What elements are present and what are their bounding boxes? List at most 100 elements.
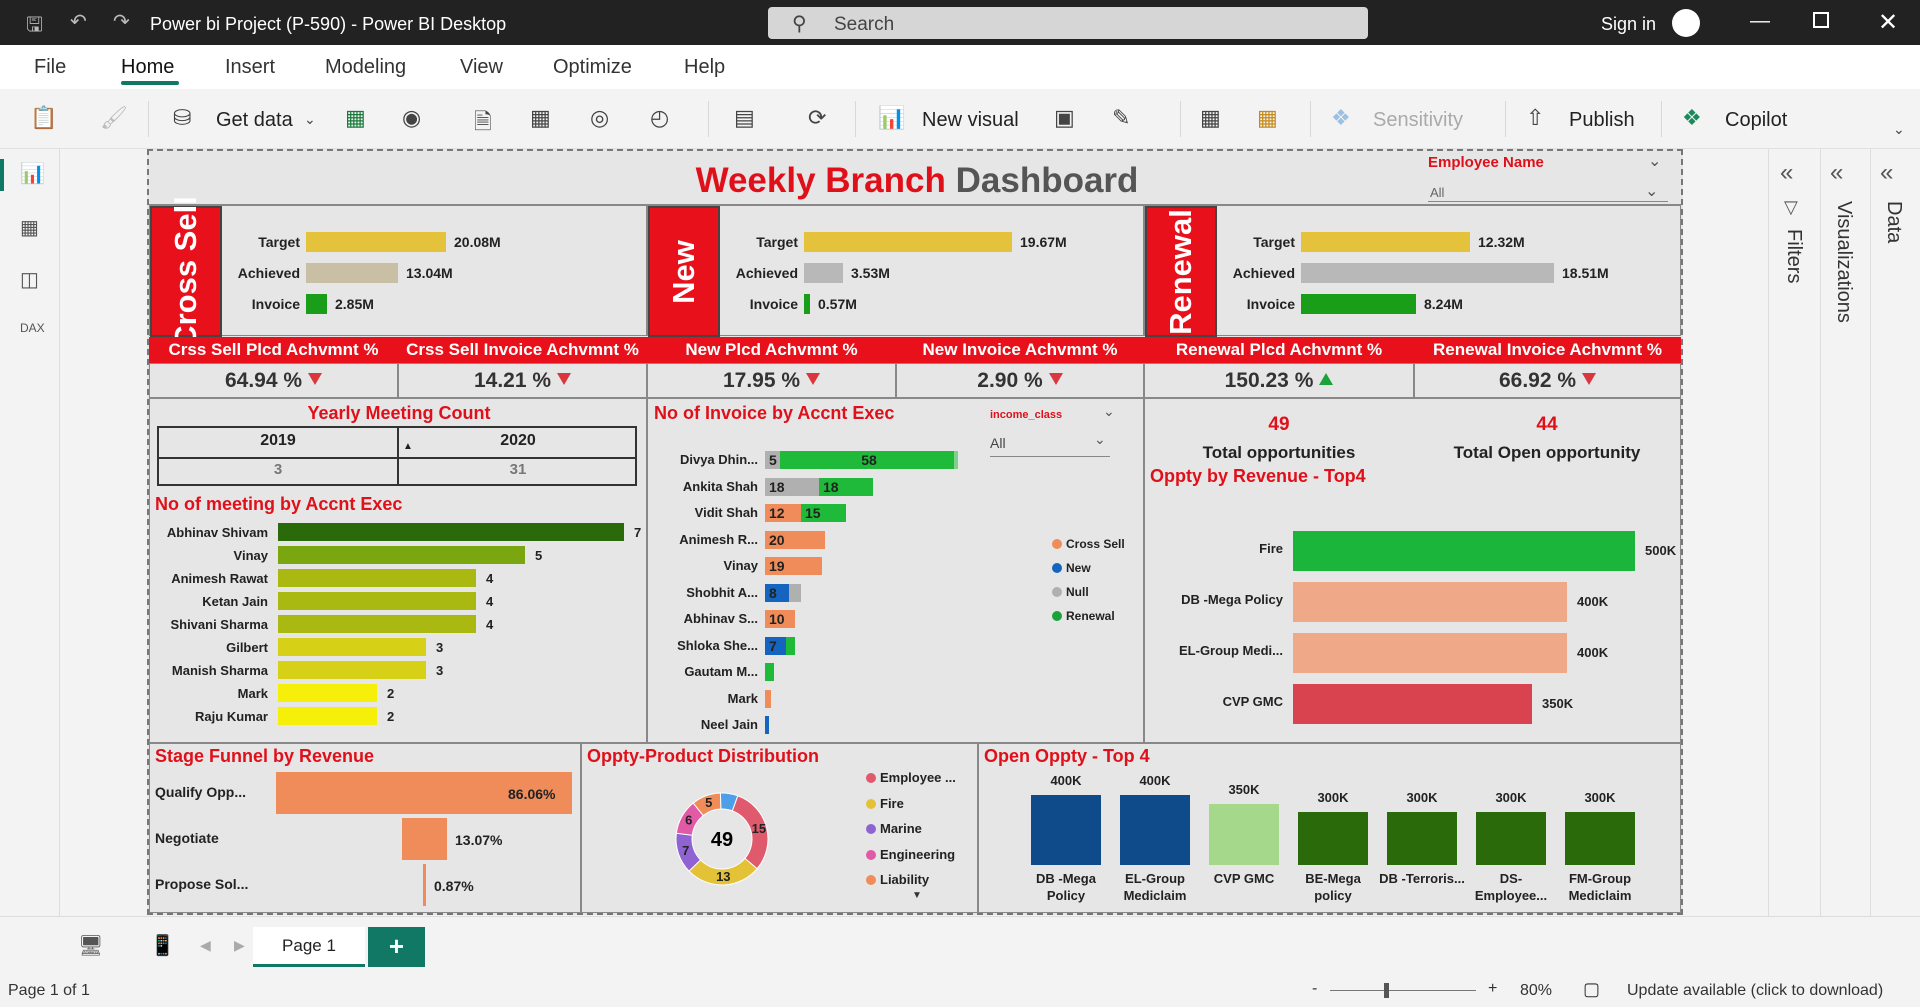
meeting-bar-value: 3 — [436, 640, 444, 655]
zoom-level[interactable]: 80% — [1520, 982, 1552, 1000]
kpi-card-title: New Plcd Achvmnt % — [647, 337, 896, 363]
menu-view[interactable]: View — [460, 56, 503, 79]
update-link[interactable]: Update available (click to download) — [1627, 982, 1883, 1000]
legend-scroll-down-icon[interactable]: ▼ — [912, 890, 922, 901]
enter-data-icon[interactable]: ▦ — [530, 105, 551, 131]
filters-collapse-icon[interactable]: « — [1780, 159, 1793, 187]
sensitivity-button[interactable]: Sensitivity — [1373, 109, 1463, 132]
onelake-icon[interactable]: ◎ — [590, 105, 609, 131]
invoice-bar-value: 8 — [769, 584, 777, 601]
refresh-icon[interactable]: ⟳ — [808, 105, 826, 131]
new-visual-button[interactable]: New visual — [922, 109, 1019, 132]
data-pane-label[interactable]: Data — [1882, 201, 1905, 243]
save-icon[interactable]: 🖫 — [26, 10, 43, 44]
legend-item[interactable]: Fire — [866, 796, 904, 811]
meeting-bar — [278, 592, 476, 610]
chevron-down-icon[interactable]: ⌄ — [1094, 431, 1106, 448]
next-page-icon[interactable]: ▶ — [234, 937, 245, 954]
close-icon[interactable]: ✕ — [1878, 8, 1898, 37]
funnel-bar — [423, 864, 426, 906]
sign-in-link[interactable]: Sign in — [1601, 14, 1656, 35]
oppty-revenue-chart: Fire 500K DB -Mega Policy 400K EL-Group Medi… — [1145, 491, 1682, 741]
search-box[interactable]: ⚲ Search — [768, 7, 1368, 39]
slicer-value[interactable]: All — [1430, 185, 1444, 200]
menu-optimize[interactable]: Optimize — [553, 56, 632, 79]
legend-item[interactable]: Null — [1052, 585, 1089, 599]
meeting-bar-value: 5 — [535, 548, 543, 563]
prev-page-icon[interactable]: ◀ — [200, 937, 211, 954]
legend-label: Fire — [880, 795, 904, 811]
legend-item[interactable]: Cross Sell — [1052, 537, 1125, 551]
add-page-button[interactable]: + — [368, 927, 425, 967]
chevron-down-icon[interactable]: ⌄ — [1645, 181, 1658, 201]
transform-data-icon[interactable]: ▤ — [734, 105, 755, 131]
legend-item[interactable]: Engineering — [866, 847, 955, 862]
get-data-button[interactable]: Get data — [216, 109, 293, 132]
format-painter-icon[interactable]: 🖌 — [100, 105, 128, 131]
undo-icon[interactable]: ↶ — [70, 9, 87, 34]
invoice-bar-label: Shobhit A... — [686, 584, 758, 600]
meeting-bar-value: 4 — [486, 594, 494, 609]
menu-help[interactable]: Help — [684, 56, 725, 79]
employee-name-slicer[interactable]: Employee Name ⌄ All ⌄ — [1416, 151, 1681, 206]
excel-icon[interactable]: ▦ — [345, 105, 366, 131]
menu-file[interactable]: File — [34, 56, 66, 79]
mobile-layout-icon[interactable]: 📱 — [150, 933, 175, 958]
revenue-bar-label: Fire — [1259, 541, 1283, 556]
visualizations-collapse-icon[interactable]: « — [1830, 159, 1843, 187]
opportunities-panel: 49 Total opportunities 44 Total Open opp… — [1144, 398, 1681, 743]
sort-asc-icon[interactable]: ▲ — [403, 441, 413, 452]
desktop-layout-icon[interactable]: 🖥 — [78, 933, 103, 958]
menu-insert[interactable]: Insert — [225, 56, 275, 79]
recent-sources-icon[interactable]: ◴ — [650, 105, 669, 131]
legend-item[interactable]: Marine — [866, 821, 922, 836]
legend-item[interactable]: New — [1052, 561, 1091, 575]
more-visuals-icon[interactable]: ✎ — [1112, 105, 1130, 131]
chevron-down-icon[interactable]: ⌄ — [1648, 151, 1661, 171]
menu-modeling[interactable]: Modeling — [325, 56, 406, 79]
fit-page-icon[interactable]: ▢ — [1583, 979, 1600, 1000]
redo-icon[interactable]: ↷ — [113, 9, 130, 34]
kpi-bar — [804, 263, 843, 283]
copilot-button[interactable]: Copilot — [1725, 109, 1787, 132]
zoom-out-button[interactable]: - — [1312, 980, 1317, 998]
publish-button[interactable]: Publish — [1569, 109, 1635, 132]
invoice-bar-segment: 19 — [765, 557, 822, 575]
dataverse-icon[interactable]: ◉ — [402, 105, 421, 131]
avatar[interactable] — [1672, 9, 1700, 37]
paste-icon[interactable]: 📋 — [30, 105, 57, 131]
visualizations-pane-label[interactable]: Visualizations — [1832, 201, 1855, 323]
meeting-bar-label: Abhinav Shivam — [166, 525, 268, 540]
text-box-icon[interactable]: ▣ — [1054, 105, 1075, 131]
segment-label-text: Cross Sell — [168, 195, 203, 348]
data-collapse-icon[interactable]: « — [1880, 159, 1893, 187]
legend-dot — [866, 798, 876, 809]
legend-item[interactable]: Liability — [866, 872, 929, 887]
zoom-in-button[interactable]: + — [1488, 980, 1497, 998]
dax-query-icon[interactable]: DAX — [20, 321, 45, 335]
menu-home[interactable]: Home — [121, 56, 174, 79]
legend-item[interactable]: Renewal — [1052, 609, 1115, 623]
yearly-meeting-title: Yearly Meeting Count — [307, 403, 491, 423]
legend-item[interactable]: Employee ... — [866, 770, 956, 785]
ribbon-collapse-icon[interactable]: ⌄ — [1893, 121, 1905, 138]
minimize-icon[interactable]: — — [1750, 10, 1770, 33]
zoom-slider[interactable] — [1330, 990, 1476, 991]
quick-measure-icon[interactable]: ▦ — [1257, 105, 1278, 131]
table-view-icon[interactable]: ▦ — [20, 215, 39, 240]
sql-icon[interactable]: 🗎 — [474, 105, 492, 143]
model-view-icon[interactable]: ◫ — [20, 267, 39, 292]
maximize-icon[interactable] — [1813, 12, 1829, 28]
report-view-icon[interactable]: 📊 — [20, 161, 45, 186]
page-tab[interactable]: Page 1 — [253, 927, 365, 967]
publish-icon: ⇧ — [1526, 105, 1545, 130]
invoice-bar-segment: 18 — [819, 477, 873, 496]
invoice-bar-segment: 10 — [765, 610, 795, 628]
chevron-down-icon[interactable]: ⌄ — [304, 111, 316, 128]
new-measure-icon[interactable]: ▦ — [1200, 105, 1221, 131]
revenue-bar-label: EL-Group Medi... — [1179, 643, 1283, 658]
revenue-bar — [1293, 633, 1567, 673]
zoom-slider-thumb[interactable] — [1384, 983, 1389, 998]
chevron-down-icon[interactable]: ⌄ — [1103, 403, 1115, 420]
filters-pane-label[interactable]: Filters — [1782, 229, 1805, 283]
